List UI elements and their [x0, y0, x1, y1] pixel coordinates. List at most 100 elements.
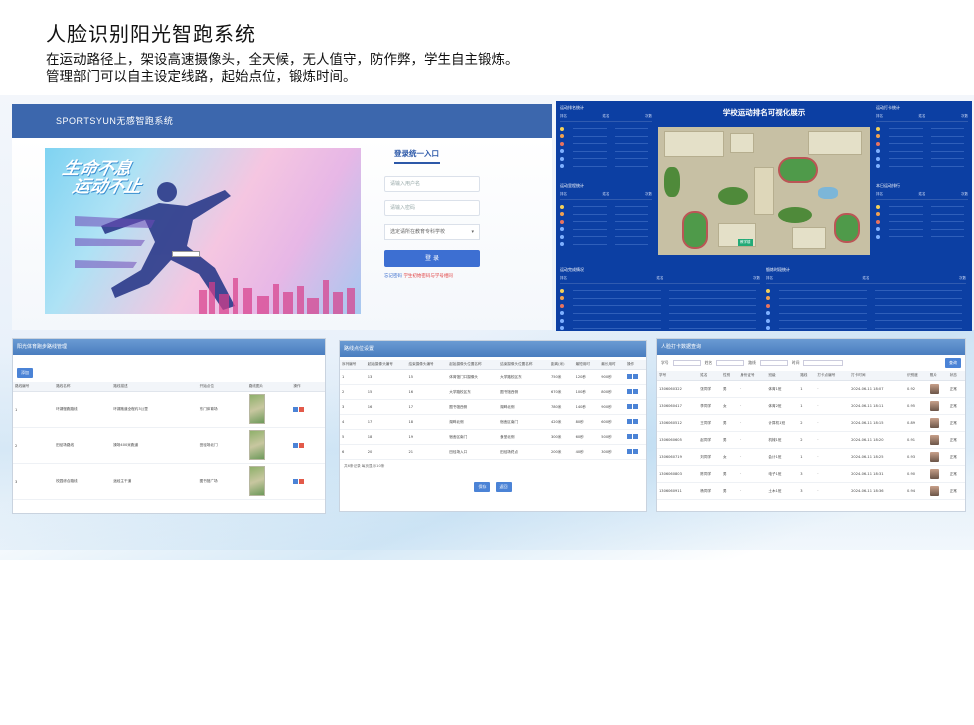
- route-image-cell: [246, 391, 292, 428]
- face-status: 正常: [947, 431, 965, 449]
- route-ops: [291, 463, 325, 500]
- route-image-cell: [246, 463, 292, 500]
- points-col-header: 起始摄像头位置名称: [447, 360, 499, 370]
- delete-icon[interactable]: [632, 374, 638, 379]
- table-row: 3 16 17 图书馆西侧 湖畔北侧 780米 140秒 900秒: [340, 399, 646, 415]
- table-row: 1 环湖慢跑路线 环湖跑道全程约3公里 东门体育场: [13, 391, 325, 428]
- points-cell-t1: 120秒: [573, 369, 600, 385]
- face-photo-cell: [927, 448, 948, 466]
- ops: [293, 406, 305, 412]
- points-cell-p2: 湖畔北侧: [498, 399, 549, 415]
- filter-time-input[interactable]: [803, 360, 844, 366]
- points-cell-t2: 800秒: [599, 384, 625, 400]
- faces-col-header: 打卡时间: [849, 371, 906, 381]
- filter-route-select[interactable]: [759, 360, 788, 366]
- face-route: 1: [798, 380, 816, 398]
- filter-name-input[interactable]: [716, 360, 745, 366]
- table-row: 2 15 16 大学路校区东 图书馆西侧 670米 100秒 800秒: [340, 384, 646, 400]
- face-status: 正常: [947, 414, 965, 432]
- face-point: ·: [815, 414, 850, 432]
- edit-icon[interactable]: [626, 449, 632, 454]
- avatar: [929, 485, 939, 496]
- panel-title: 运动排名统计: [560, 105, 584, 110]
- face-point: ·: [815, 482, 850, 500]
- edit-icon[interactable]: [293, 406, 299, 412]
- point-settings-screenshot: 路线点位设置 序列编号 起始摄像头编号 结束摄像头编号 起始摄像头位置名称 结束摄像头位…: [339, 340, 647, 512]
- points-ops: [624, 429, 646, 445]
- face-time: 2024-06-11 18:15: [849, 414, 906, 432]
- edit-icon[interactable]: [626, 374, 632, 379]
- delete-icon[interactable]: [299, 478, 305, 484]
- route-col-header: 路线图片: [246, 382, 292, 392]
- search-button[interactable]: 查询: [945, 358, 961, 368]
- password-field[interactable]: 请输入密码: [384, 200, 480, 216]
- delete-icon[interactable]: [632, 389, 638, 394]
- face-name: 刘同学: [698, 448, 721, 466]
- points-ops: [624, 444, 646, 460]
- filter-no-input[interactable]: [672, 360, 701, 366]
- filter-label-time: 时间: [791, 360, 800, 365]
- save-button[interactable]: 保存: [474, 482, 491, 492]
- route-map-thumbnail: [248, 394, 265, 424]
- points-cell-t2: 600秒: [599, 414, 625, 430]
- points-cell-t1: 100秒: [573, 384, 600, 400]
- points-cell-d: 750米: [548, 369, 574, 385]
- route-id: 2: [13, 427, 55, 464]
- points-cell-t2: 300秒: [599, 444, 625, 460]
- hero-tag: [172, 251, 200, 257]
- edit-icon[interactable]: [626, 419, 632, 424]
- face-score: 0.95: [905, 397, 928, 415]
- delete-icon[interactable]: [632, 449, 638, 454]
- face-route: 3: [798, 465, 816, 483]
- face-status: 正常: [947, 482, 965, 500]
- points-cell-p1: 体育馆门口摄像头: [447, 369, 499, 385]
- delete-icon[interactable]: [299, 442, 305, 448]
- face-route: 1: [798, 397, 816, 415]
- back-button[interactable]: 返回: [495, 482, 512, 492]
- school-select[interactable]: 选定请所在教育专科学校 ▾: [384, 224, 480, 240]
- edit-icon[interactable]: [626, 404, 632, 409]
- face-student-no: 1306060803: [657, 465, 699, 483]
- faces-title: 人脸打卡数据查询: [657, 339, 965, 355]
- face-score: 0.92: [905, 380, 928, 398]
- delete-icon[interactable]: [632, 404, 638, 409]
- face-route: 3: [798, 482, 816, 500]
- points-cell-seq: 2: [340, 384, 366, 400]
- edit-icon[interactable]: [626, 434, 632, 439]
- slide-title: 人脸识别阳光智跑系统: [46, 22, 256, 46]
- delete-icon[interactable]: [632, 434, 638, 439]
- points-cell-t1: 80秒: [573, 414, 600, 430]
- route-management-screenshot: 阳光体育跑步路线管理 添加 路线编号 路线名称 路线描述 开始点位 路线图片 操作 1 环湖…: [12, 338, 326, 514]
- delete-icon[interactable]: [632, 419, 638, 424]
- face-point: ·: [815, 431, 850, 449]
- face-id-masked: ·: [738, 465, 767, 483]
- add-route-button[interactable]: 添加: [17, 368, 33, 378]
- route-id: 3: [13, 463, 55, 500]
- face-time: 2024-06-11 18:31: [849, 465, 906, 483]
- points-cell-p2: 食堂北侧: [498, 429, 549, 445]
- points-cell-t2: 900秒: [599, 399, 625, 415]
- table-row: 1306060512 王同学男 · 计算机1班 2 · 2024-06-11 18:15 0.…: [657, 414, 965, 432]
- login-button[interactable]: 登 录: [384, 250, 480, 267]
- points-footer: 共6条记录 每页显示10条: [344, 464, 385, 468]
- username-field[interactable]: 请输入用户名: [384, 176, 480, 192]
- face-id-masked: ·: [738, 482, 767, 500]
- route-image-cell: [246, 427, 292, 464]
- forgot-password-link[interactable]: 忘记密码: [384, 274, 402, 279]
- ops: [626, 404, 638, 409]
- col-rank: 排名: [560, 276, 567, 280]
- login-tab[interactable]: 登录统一入口: [394, 148, 440, 164]
- school-select-value: 选定请所在教育专科学校: [390, 229, 446, 235]
- points-cell-c2: 18: [406, 414, 448, 430]
- ops: [626, 374, 638, 379]
- points-cell-seq: 4: [340, 414, 366, 430]
- face-score: 0.94: [905, 482, 928, 500]
- face-score: 0.91: [905, 431, 928, 449]
- edit-icon[interactable]: [293, 442, 299, 448]
- points-ops: [624, 384, 646, 400]
- edit-icon[interactable]: [293, 478, 299, 484]
- edit-icon[interactable]: [626, 389, 632, 394]
- panel-title: 锻炼时段统计: [766, 267, 790, 272]
- delete-icon[interactable]: [299, 406, 305, 412]
- faces-col-header: 状态: [947, 371, 965, 381]
